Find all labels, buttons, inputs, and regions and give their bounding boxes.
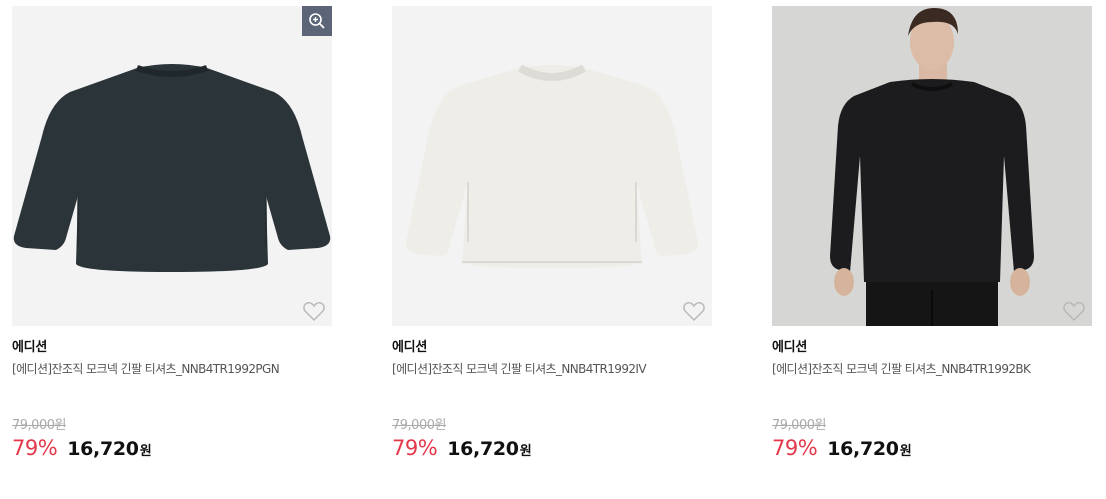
currency-unit: 원: [519, 444, 532, 459]
price-row: 79% 16,720 원: [12, 436, 152, 460]
original-price: 79,000원: [12, 418, 66, 433]
product-grid: 에디션 [에디션]잔조직 모크넥 긴팔 티셔츠_NNB4TR1992PGN 79…: [0, 0, 1106, 499]
sale-price: 16,720: [67, 438, 139, 460]
discount-rate: 79%: [12, 436, 58, 460]
currency-unit: 원: [139, 444, 152, 459]
product-card[interactable]: 에디션 [에디션]잔조직 모크넥 긴팔 티셔츠_NNB4TR1992BK 79,…: [772, 0, 1094, 499]
product-name[interactable]: [에디션]잔조직 모크넥 긴팔 티셔츠_NNB4TR1992BK: [772, 360, 1031, 377]
currency-unit: 원: [899, 444, 912, 459]
product-brand[interactable]: 에디션: [12, 336, 47, 355]
price-row: 79% 16,720 원: [772, 436, 912, 460]
product-name[interactable]: [에디션]잔조직 모크넥 긴팔 티셔츠_NNB4TR1992IV: [392, 360, 647, 377]
original-price: 79,000원: [392, 418, 446, 433]
heart-outline-icon[interactable]: [302, 300, 326, 322]
product-card[interactable]: 에디션 [에디션]잔조직 모크넥 긴팔 티셔츠_NNB4TR1992IV 79,…: [392, 0, 714, 499]
sweater-image: [13, 64, 331, 272]
zoom-button[interactable]: [302, 6, 332, 36]
discount-rate: 79%: [772, 436, 818, 460]
product-image[interactable]: [772, 6, 1092, 326]
product-image[interactable]: [392, 6, 712, 326]
discount-rate: 79%: [392, 436, 438, 460]
sale-price: 16,720: [827, 438, 899, 460]
price-row: 79% 16,720 원: [392, 436, 532, 460]
sweater-image: [405, 64, 699, 268]
model-photo: [772, 6, 1092, 326]
heart-outline-icon[interactable]: [682, 300, 706, 322]
product-brand[interactable]: 에디션: [772, 336, 807, 355]
original-price: 79,000원: [772, 418, 826, 433]
product-brand[interactable]: 에디션: [392, 336, 427, 355]
product-name[interactable]: [에디션]잔조직 모크넥 긴팔 티셔츠_NNB4TR1992PGN: [12, 360, 280, 377]
sale-price: 16,720: [447, 438, 519, 460]
product-card[interactable]: 에디션 [에디션]잔조직 모크넥 긴팔 티셔츠_NNB4TR1992PGN 79…: [12, 0, 334, 499]
heart-outline-icon[interactable]: [1062, 300, 1086, 322]
product-image[interactable]: [12, 6, 332, 326]
zoom-in-icon: [309, 13, 325, 29]
